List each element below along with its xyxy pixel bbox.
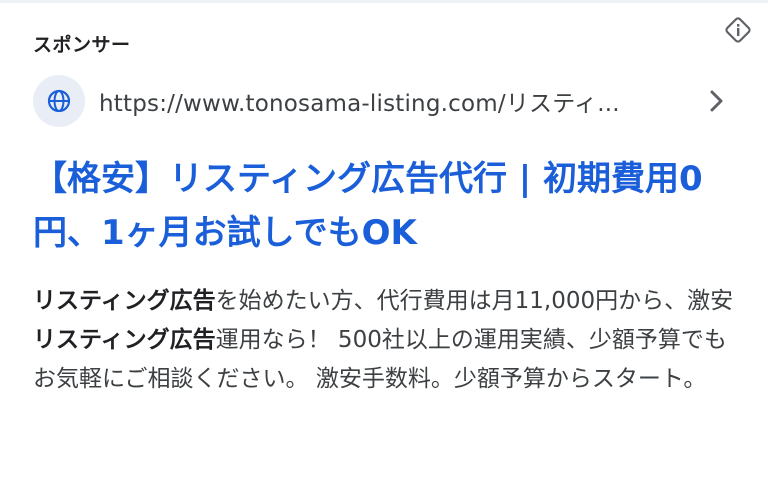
globe-icon [47, 89, 71, 113]
desc-keyword: リスティング広告 [33, 327, 216, 353]
top-divider [0, 0, 768, 3]
ad-description: リスティング広告を始めたい方、代行費用は月11,000円から、激安リスティング広… [33, 282, 743, 399]
info-diamond-icon[interactable] [722, 14, 754, 46]
display-url[interactable]: https://www.tonosama-listing.com/リスティ... [99, 84, 679, 118]
desc-text: を始めたい方、代行費用は月11,000円から、激安 [215, 288, 734, 314]
desc-keyword: リスティング広告 [33, 288, 216, 314]
chevron-right-icon[interactable] [706, 88, 728, 114]
ad-url-row[interactable]: https://www.tonosama-listing.com/リスティ... [33, 74, 733, 128]
ad-title-link[interactable]: 【格安】リスティング広告代行 | 初期費用0円、1ヶ月お試しでもOK [33, 152, 743, 260]
sponsor-label: スポンサー [33, 34, 131, 56]
globe-badge [33, 75, 85, 127]
